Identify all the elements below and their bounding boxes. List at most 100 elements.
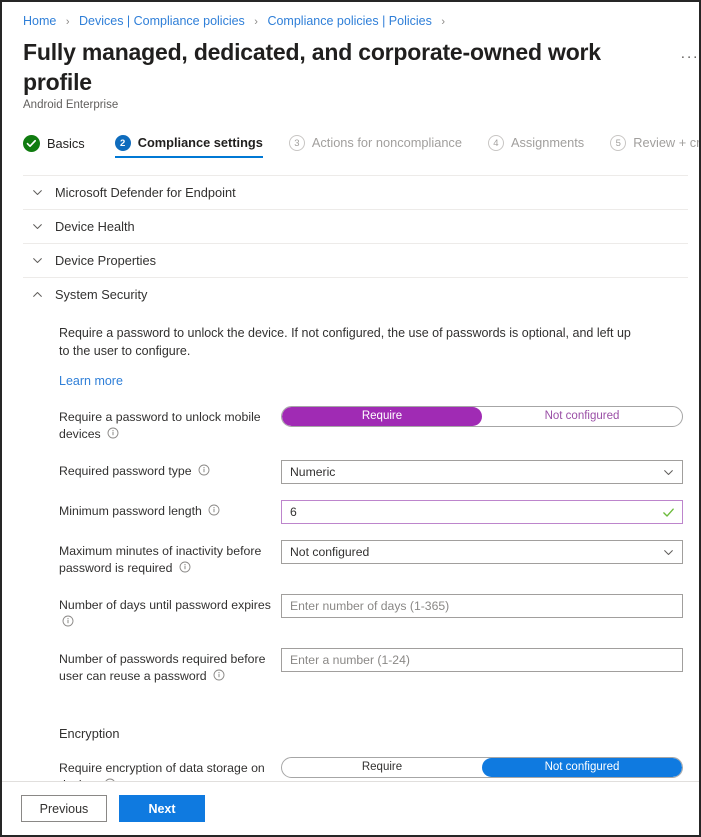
chevron-down-icon: [32, 187, 43, 198]
check-circle-icon: [23, 135, 40, 152]
blade-content: Home › Devices | Compliance policies › C…: [2, 2, 699, 781]
step-number-badge: 2: [115, 135, 131, 151]
form-row-min-password-length: Minimum password length 6: [59, 500, 688, 524]
chevron-down-icon: [32, 221, 43, 232]
info-icon[interactable]: [198, 464, 210, 481]
require-encryption-option-not-configured[interactable]: Not configured: [482, 758, 682, 777]
breadcrumb-separator-icon: ›: [441, 16, 445, 28]
max-inactivity-value: Not configured: [290, 545, 369, 559]
chevron-down-icon: [32, 255, 43, 266]
require-password-option-not-configured[interactable]: Not configured: [482, 407, 682, 426]
password-expiry-placeholder: Enter number of days (1-365): [290, 599, 449, 613]
wizard-steps: Basics 2 Compliance settings 3 Actions f…: [2, 113, 699, 159]
max-inactivity-label-wrap: Maximum minutes of inactivity before pas…: [59, 540, 281, 578]
info-icon[interactable]: [104, 778, 116, 781]
require-password-option-require[interactable]: Require: [282, 407, 482, 426]
max-inactivity-label: Maximum minutes of inactivity before pas…: [59, 544, 261, 575]
require-encryption-label-wrap: Require encryption of data storage on de…: [59, 757, 281, 781]
accordion-title: Device Properties: [55, 253, 156, 268]
password-history-input[interactable]: Enter a number (1-24): [281, 648, 683, 672]
learn-more-link[interactable]: Learn more: [59, 374, 123, 388]
breadcrumb-separator-icon: ›: [254, 16, 258, 28]
step-review-create[interactable]: 5 Review + create: [610, 135, 699, 158]
accordion-device-health[interactable]: Device Health: [23, 209, 688, 243]
form-row-require-password: Require a password to unlock mobile devi…: [59, 406, 688, 444]
accordion-device-properties[interactable]: Device Properties: [23, 243, 688, 277]
password-expiry-control: Enter number of days (1-365): [281, 594, 683, 618]
step-compliance-settings[interactable]: 2 Compliance settings: [115, 135, 275, 158]
password-expiry-label-wrap: Number of days until password expires: [59, 594, 281, 632]
form-row-password-expiry: Number of days until password expires En…: [59, 594, 688, 632]
password-type-control: Numeric: [281, 460, 683, 484]
info-icon[interactable]: [208, 504, 220, 521]
accordion-title: Microsoft Defender for Endpoint: [55, 185, 236, 200]
breadcrumb: Home › Devices | Compliance policies › C…: [2, 2, 699, 30]
require-encryption-control: Require Not configured: [281, 757, 683, 778]
max-inactivity-control: Not configured: [281, 540, 683, 564]
accordion-title: System Security: [55, 287, 147, 302]
breadcrumb-item-devices[interactable]: Devices | Compliance policies: [79, 14, 245, 28]
step-review-create-label: Review + create: [633, 135, 699, 151]
system-security-description: Require a password to unlock the device.…: [59, 324, 643, 360]
password-history-control: Enter a number (1-24): [281, 648, 683, 672]
step-basics-label: Basics: [47, 136, 85, 152]
step-basics[interactable]: Basics: [23, 135, 97, 159]
password-history-label: Number of passwords required before user…: [59, 652, 265, 683]
chevron-down-icon: [663, 547, 674, 558]
accordion-system-security[interactable]: System Security: [23, 277, 688, 311]
accordion-title: Device Health: [55, 219, 135, 234]
accordion-microsoft-defender-for-endpoint[interactable]: Microsoft Defender for Endpoint: [23, 175, 688, 209]
step-assignments-label: Assignments: [511, 135, 584, 151]
min-password-length-label: Minimum password length: [59, 504, 202, 518]
password-expiry-label: Number of days until password expires: [59, 598, 271, 612]
step-compliance-settings-label: Compliance settings: [138, 135, 263, 151]
settings-accordion: Microsoft Defender for Endpoint Device H…: [2, 175, 699, 781]
password-expiry-input[interactable]: Enter number of days (1-365): [281, 594, 683, 618]
min-password-length-control: 6: [281, 500, 683, 524]
min-password-length-label-wrap: Minimum password length: [59, 500, 281, 521]
step-number-badge: 4: [488, 135, 504, 151]
require-password-label: Require a password to unlock mobile devi…: [59, 410, 261, 441]
info-icon[interactable]: [62, 615, 74, 632]
form-row-password-history: Number of passwords required before user…: [59, 648, 688, 686]
require-encryption-toggle[interactable]: Require Not configured: [281, 757, 683, 778]
password-history-label-wrap: Number of passwords required before user…: [59, 648, 281, 686]
require-encryption-label: Require encryption of data storage on de…: [59, 761, 265, 781]
form-row-password-type: Required password type Numeric: [59, 460, 688, 484]
password-type-value: Numeric: [290, 465, 335, 479]
info-icon[interactable]: [213, 669, 225, 686]
require-password-toggle[interactable]: Require Not configured: [281, 406, 683, 427]
breadcrumb-item-home[interactable]: Home: [23, 14, 56, 28]
more-options-icon[interactable]: ···: [680, 48, 699, 65]
info-icon[interactable]: [107, 427, 119, 444]
form-row-max-inactivity: Maximum minutes of inactivity before pas…: [59, 540, 688, 578]
password-type-label: Required password type: [59, 464, 192, 478]
next-button[interactable]: Next: [119, 795, 205, 822]
require-password-label-wrap: Require a password to unlock mobile devi…: [59, 406, 281, 444]
system-security-body: Require a password to unlock the device.…: [2, 311, 699, 781]
page-title: Fully managed, dedicated, and corporate-…: [23, 37, 666, 97]
page-subtitle: Android Enterprise: [2, 97, 699, 113]
chevron-down-icon: [663, 467, 674, 478]
password-history-placeholder: Enter a number (1-24): [290, 653, 410, 667]
step-actions-for-noncompliance[interactable]: 3 Actions for noncompliance: [289, 135, 474, 158]
breadcrumb-item-compliance-policies[interactable]: Compliance policies | Policies: [267, 14, 431, 28]
step-actions-for-noncompliance-label: Actions for noncompliance: [312, 135, 462, 151]
min-password-length-input[interactable]: 6: [281, 500, 683, 524]
info-icon[interactable]: [179, 561, 191, 578]
max-inactivity-select[interactable]: Not configured: [281, 540, 683, 564]
require-encryption-option-require[interactable]: Require: [282, 758, 482, 777]
form-row-require-encryption: Require encryption of data storage on de…: [59, 757, 688, 781]
encryption-heading: Encryption: [59, 726, 688, 741]
portal-blade: Home › Devices | Compliance policies › C…: [0, 0, 701, 837]
password-type-label-wrap: Required password type: [59, 460, 281, 481]
chevron-up-icon: [32, 289, 43, 300]
step-number-badge: 3: [289, 135, 305, 151]
validation-check-icon: [662, 506, 675, 519]
step-assignments[interactable]: 4 Assignments: [488, 135, 596, 158]
breadcrumb-separator-icon: ›: [66, 16, 70, 28]
wizard-footer: Previous Next: [2, 781, 699, 835]
password-type-select[interactable]: Numeric: [281, 460, 683, 484]
min-password-length-value: 6: [290, 505, 297, 519]
previous-button[interactable]: Previous: [21, 795, 107, 822]
